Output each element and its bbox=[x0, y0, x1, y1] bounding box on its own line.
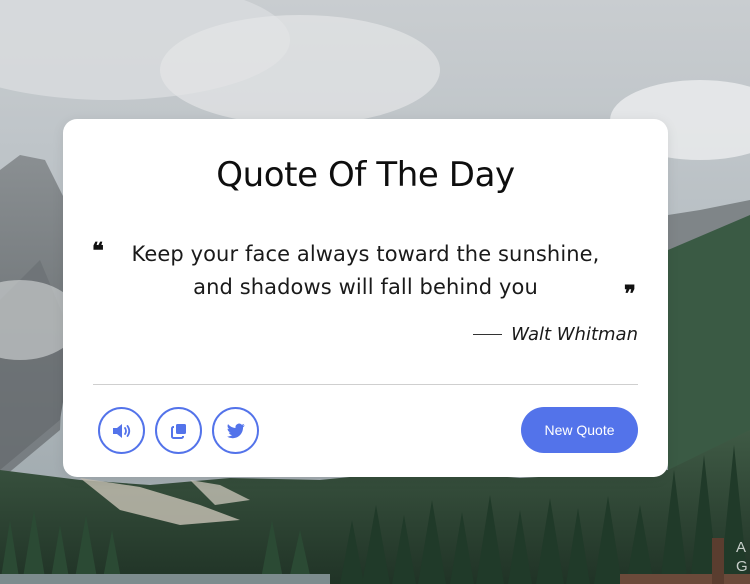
quote-text: Keep your face always toward the sunshin… bbox=[131, 242, 600, 299]
watermark-line-1: A bbox=[736, 539, 747, 556]
page-title: Quote Of The Day bbox=[216, 155, 515, 195]
volume-icon bbox=[112, 423, 130, 438]
speak-button[interactable] bbox=[98, 407, 145, 454]
copy-button[interactable] bbox=[155, 407, 202, 454]
twitter-icon bbox=[226, 423, 245, 438]
author-line: Walt Whitman bbox=[473, 324, 638, 345]
twitter-button[interactable] bbox=[212, 407, 259, 454]
author-name: Walt Whitman bbox=[511, 324, 638, 345]
author-dash bbox=[473, 334, 503, 335]
activation-watermark: A G bbox=[736, 538, 748, 576]
watermark-line-2: G bbox=[736, 558, 748, 575]
new-quote-button[interactable]: New Quote bbox=[521, 407, 638, 453]
close-quote-icon: ❞ bbox=[624, 281, 636, 307]
quote-card: Quote Of The Day ❝ Keep your face always… bbox=[63, 119, 668, 477]
open-quote-icon: ❝ bbox=[92, 238, 104, 264]
divider bbox=[93, 384, 638, 385]
copy-icon bbox=[170, 423, 186, 439]
